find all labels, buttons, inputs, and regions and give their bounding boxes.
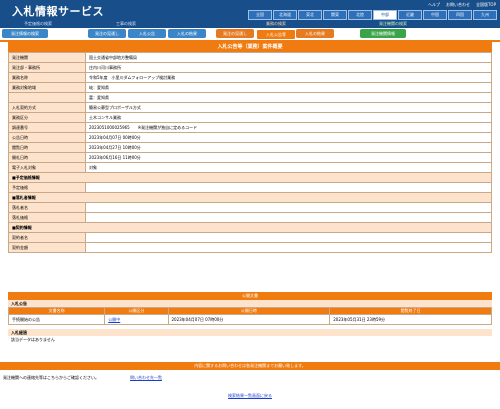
footer-link-row: 検索結果一覧画面に戻る: [0, 393, 500, 399]
table-row: 落札価格: [8, 212, 492, 223]
detail-title: 入札公告等（業務）案件概要: [8, 42, 492, 52]
section-title: ■落札者情報: [8, 192, 492, 203]
field-label: 閲覧日時: [8, 142, 86, 153]
field-label: 業務名称: [8, 72, 86, 83]
documents-table: 文書名称 公開区分 公開日時 閲覧終了日 手続開始の公告 公開中 2023年04…: [7, 307, 492, 325]
section-title: ■契約情報: [8, 222, 492, 233]
field-value: 2023051000025965 ※発注機関が独自に定めるコード: [85, 122, 492, 133]
table-row: 発注部・事務所 庄内川河川事務所: [8, 62, 492, 73]
table-row: 富：愛知県: [8, 92, 492, 103]
field-label: 契約金額: [8, 242, 86, 253]
table-row: 予定価格: [8, 182, 492, 193]
contact-list-link[interactable]: 問い合わせ先一覧: [130, 375, 162, 381]
field-value: 対象: [85, 162, 492, 173]
documents-panel: 公開文書 入札公告 文書名称 公開区分 公開日時 閲覧終了日 手続開始の公告 公…: [7, 292, 492, 344]
back-to-results-link[interactable]: 検索結果一覧画面に戻る: [228, 393, 272, 398]
field-value: [85, 212, 492, 223]
no-data-message: 該当データはありません: [11, 337, 55, 342]
section-header: ■予定価格情報: [8, 172, 492, 183]
doc-header-status: 公開区分: [104, 307, 169, 315]
field-label: 契約者名: [8, 232, 86, 243]
nav-construction-result[interactable]: 入札の結果: [168, 29, 206, 38]
field-value: [85, 182, 492, 193]
field-value: 庄内川河川事務所: [85, 62, 492, 73]
section-header: ■契約情報: [8, 222, 492, 233]
field-value: 2023年04月07日 00時00分: [85, 132, 492, 143]
field-label: [8, 92, 86, 103]
field-value: [85, 232, 492, 243]
nav-services-outlook[interactable]: 発注の見通し: [216, 29, 254, 38]
doc-name: 手続開始の公告: [7, 314, 106, 325]
table-row: 手続開始の公告 公開中 2023年04月07日 07時00分 2023年05月3…: [7, 314, 492, 325]
nav-price-search[interactable]: 発注情報の検索: [2, 29, 48, 38]
section-header: ■落札者情報: [8, 192, 492, 203]
doc-published: 2023年04月07日 07時00分: [167, 314, 331, 325]
field-value: 岐：愛知県: [85, 82, 492, 93]
field-value: 2023年06月16日 11時00分: [85, 152, 492, 163]
inquiry-text: 発注機関への連絡先等はこちらからご確認ください。: [3, 375, 99, 380]
field-label: 業務対象地域: [8, 82, 86, 93]
section-title: ■予定価格情報: [8, 172, 492, 183]
site-title: 入札情報サービス: [12, 5, 104, 18]
field-label: 電子入札対象: [8, 162, 86, 173]
top-links: ヘルプ お問い合わせ 全国版TOP: [428, 2, 496, 8]
field-value: 富：愛知県: [85, 92, 492, 103]
help-link[interactable]: ヘルプ: [428, 2, 440, 8]
field-value: 簡易公募型プロポーザル方式: [85, 102, 492, 113]
field-value: [85, 242, 492, 253]
results-label: 入札経過: [8, 329, 492, 336]
table-row: 契約金額: [8, 242, 492, 253]
doc-end: 2023年05月31日 23時59分: [329, 314, 492, 325]
table-row: 業務区分 土木コンサル業務: [8, 112, 492, 123]
table-row: 調達番号 2023051000025965 ※発注機関が独自に定めるコード: [8, 122, 492, 133]
nav-agency-info[interactable]: 発注機関情報: [360, 29, 406, 38]
table-row: 契約者名: [8, 232, 492, 243]
table-row: 公告日時 2023年04月07日 00時00分: [8, 132, 492, 143]
inquiry-banner: 内容に関するお問い合わせは各発注機関までお願い致します。: [0, 362, 500, 370]
table-row: 業務対象地域 岐：愛知県: [8, 82, 492, 93]
table-row: 開札日時 2023年06月16日 11時00分: [8, 152, 492, 163]
table-row: 発注機関 国土交通省中部地方整備局: [8, 52, 492, 63]
nav-services-notice[interactable]: 入札公告等: [256, 29, 296, 40]
documents-title: 公開文書: [8, 292, 492, 300]
search-group-agency: 発注機関の検索: [379, 21, 407, 26]
detail-table: 発注機関 国土交通省中部地方整備局 発注部・事務所 庄内川河川事務所 業務名称 令和5年度…: [8, 52, 492, 253]
notice-label: 入札公告: [8, 300, 492, 307]
field-value: 国土交通省中部地方整備局: [85, 52, 492, 63]
field-label: 調達番号: [8, 122, 86, 133]
table-row: 閲覧日時 2023年04月27日 10時00分: [8, 142, 492, 153]
contact-link[interactable]: お問い合わせ: [446, 2, 470, 8]
doc-header-name: 文書名称: [7, 307, 106, 315]
field-value: 令和5年度 小里川ダムフォローアップ検討業務: [85, 72, 492, 83]
nav-bar: 発注情報の検索 発注の見通し 入札公告 入札の結果 発注の見通し 入札公告等 入…: [0, 28, 500, 42]
field-value: [85, 202, 492, 213]
national-top-link[interactable]: 全国版TOP: [476, 2, 496, 8]
field-value: 土木コンサル業務: [85, 112, 492, 123]
search-group-construction: 工事の検索: [116, 21, 136, 26]
field-label: 発注機関: [8, 52, 86, 63]
search-group-price: 予定価格の検索: [24, 21, 52, 26]
search-group-services: 業務の検索: [266, 21, 286, 26]
doc-status-link[interactable]: 公開中: [104, 314, 169, 325]
field-value: 2023年04月27日 10時00分: [85, 142, 492, 153]
field-label: 業務区分: [8, 112, 86, 123]
nav-services-result[interactable]: 入札の結果: [296, 29, 334, 38]
detail-panel: 入札公告等（業務）案件概要 発注機関 国土交通省中部地方整備局 発注部・事務所 庄内川…: [8, 42, 492, 253]
field-label: 入札契約方式: [8, 102, 86, 113]
table-row: 入札契約方式 簡易公募型プロポーザル方式: [8, 102, 492, 113]
field-label: 公告日時: [8, 132, 86, 143]
nav-construction-notice[interactable]: 入札公告: [128, 29, 166, 38]
doc-header-end: 閲覧終了日: [329, 307, 492, 315]
field-label: 開札日時: [8, 152, 86, 163]
field-label: 落札者名: [8, 202, 86, 213]
table-row: 業務名称 令和5年度 小里川ダムフォローアップ検討業務: [8, 72, 492, 83]
field-label: 発注部・事務所: [8, 62, 86, 73]
table-row: 落札者名: [8, 202, 492, 213]
inquiry-row: 発注機関への連絡先等はこちらからご確認ください。 問い合わせ先一覧: [0, 372, 500, 384]
doc-header-published: 公開日時: [167, 307, 331, 315]
field-label: 予定価格: [8, 182, 86, 193]
nav-construction-outlook[interactable]: 発注の見通し: [88, 29, 126, 38]
field-label: 落札価格: [8, 212, 86, 223]
table-row: 電子入札対象 対象: [8, 162, 492, 173]
